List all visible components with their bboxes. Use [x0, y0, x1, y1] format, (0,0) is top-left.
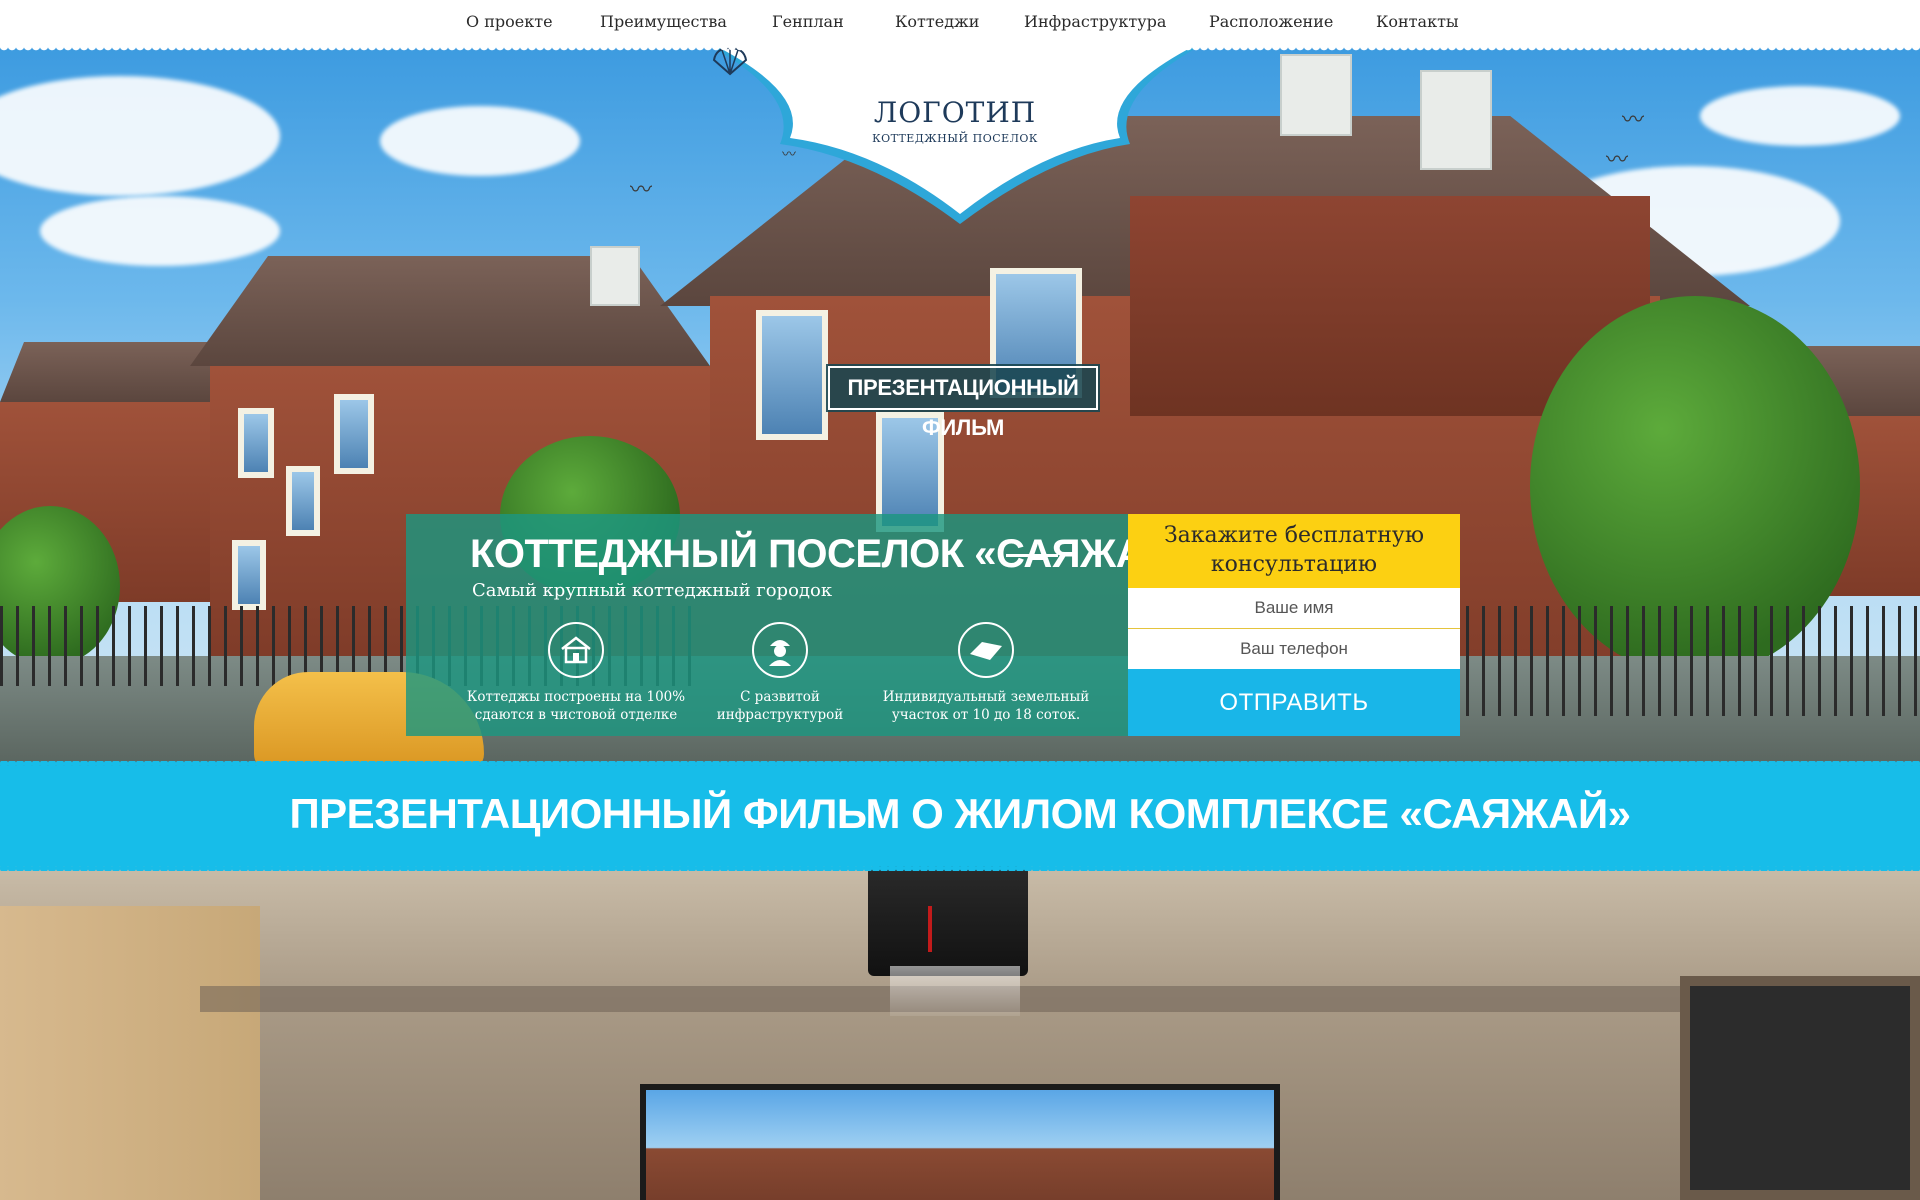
feature-text-line: участок от 10 до 18 соток. — [891, 707, 1081, 723]
main-house-chimney — [1280, 54, 1352, 136]
nav-list: О проекте Преимущества Генплан Коттеджи … — [0, 0, 1920, 46]
house-window — [286, 466, 320, 536]
house-window — [238, 408, 274, 478]
nav-item-master-plan[interactable]: Генплан — [772, 12, 844, 31]
projector-stripe — [928, 906, 932, 952]
cloud — [380, 106, 580, 176]
room-wall — [0, 906, 260, 1200]
presentation-film-button[interactable]: ПРЕЗЕНТАЦИОННЫЙ ФИЛЬМ — [826, 364, 1100, 440]
nav-item-about[interactable]: О проекте — [466, 12, 553, 31]
land-plot-icon — [958, 622, 1014, 678]
logo[interactable]: ЛОГОТИП КОТТЕДЖНЫЙ ПОСЕЛОК — [710, 46, 1200, 226]
nav-item-advantages[interactable]: Преимущества — [600, 12, 727, 31]
nav-item-contacts[interactable]: Контакты — [1376, 12, 1459, 31]
house-chimney — [590, 246, 640, 306]
feature-text-line: Коттеджы построены на 100% — [466, 689, 686, 705]
consultation-form: Закажите бесплатную консультацию ОТПРАВИ… — [1128, 514, 1460, 736]
bird-icon: 〰 — [1622, 108, 1645, 133]
film-section-banner: ПРЕЗЕНТАЦИОННЫЙ ФИЛЬМ О ЖИЛОМ КОМПЛЕКСЕ … — [0, 761, 1920, 871]
hero-subtitle: Самый крупный коттеджный городок — [472, 580, 833, 601]
top-navigation: О проекте Преимущества Генплан Коттеджи … — [0, 0, 1920, 52]
video-preview[interactable] — [646, 1090, 1274, 1200]
submit-button[interactable]: ОТПРАВИТЬ — [1128, 669, 1460, 736]
projector-beam — [890, 966, 1020, 1016]
nav-item-infrastructure[interactable]: Инфраструктура — [1024, 12, 1166, 31]
house-window — [232, 540, 266, 610]
feature-text-line: Индивидуальный земельный — [882, 689, 1090, 705]
video-player[interactable] — [640, 1084, 1280, 1200]
bird-icon: 〰 — [630, 178, 653, 203]
house-window — [334, 394, 374, 474]
main-house-chimney — [1420, 70, 1492, 170]
cloud — [1700, 86, 1900, 146]
feature-text-line: инфраструктурой — [716, 707, 844, 723]
feature-text-line: С развитой — [740, 689, 820, 705]
form-heading: Закажите бесплатную консультацию — [1128, 514, 1460, 588]
hero-title: КОТТЕДЖНЫЙ ПОСЕЛОК «САЯЖАЙ» — [470, 532, 1195, 576]
bird-icon: 〰 — [1606, 148, 1629, 173]
room-window — [1680, 976, 1920, 1200]
feature-text-line: сдаются в чистовой отделке — [474, 707, 678, 723]
logo-subtitle: КОТТЕДЖНЫЙ ПОСЕЛОК — [872, 132, 1038, 145]
worker-icon — [752, 622, 808, 678]
film-section-title: ПРЕЗЕНТАЦИОННЫЙ ФИЛЬМ О ЖИЛОМ КОМПЛЕКСЕ … — [289, 790, 1631, 837]
nav-item-cottages[interactable]: Коттеджи — [895, 12, 979, 31]
form-heading-line: Закажите бесплатную — [1163, 523, 1425, 548]
projector-icon — [868, 866, 1028, 976]
feature-item-cottages-ready: Коттеджы построены на 100% сдаются в чис… — [466, 622, 686, 724]
title-dash — [1006, 554, 1058, 557]
form-heading-line: консультацию — [1210, 552, 1378, 577]
nav-item-location[interactable]: Расположение — [1209, 12, 1333, 31]
cloud — [40, 196, 280, 266]
feature-item-infrastructure: С развитой инфраструктурой — [670, 622, 890, 724]
video-room-section — [0, 866, 1920, 1200]
feature-item-land-plot: Индивидуальный земельный участок от 10 д… — [876, 622, 1096, 724]
cloud — [0, 76, 280, 196]
logo-title: ЛОГОТИП — [873, 96, 1037, 129]
name-input[interactable] — [1128, 588, 1460, 628]
hero-info-panel: КОТТЕДЖНЫЙ ПОСЕЛОК «САЯЖАЙ» Самый крупны… — [406, 514, 1195, 736]
house-icon — [548, 622, 604, 678]
main-house-window — [756, 310, 828, 440]
phone-input[interactable] — [1128, 629, 1460, 669]
